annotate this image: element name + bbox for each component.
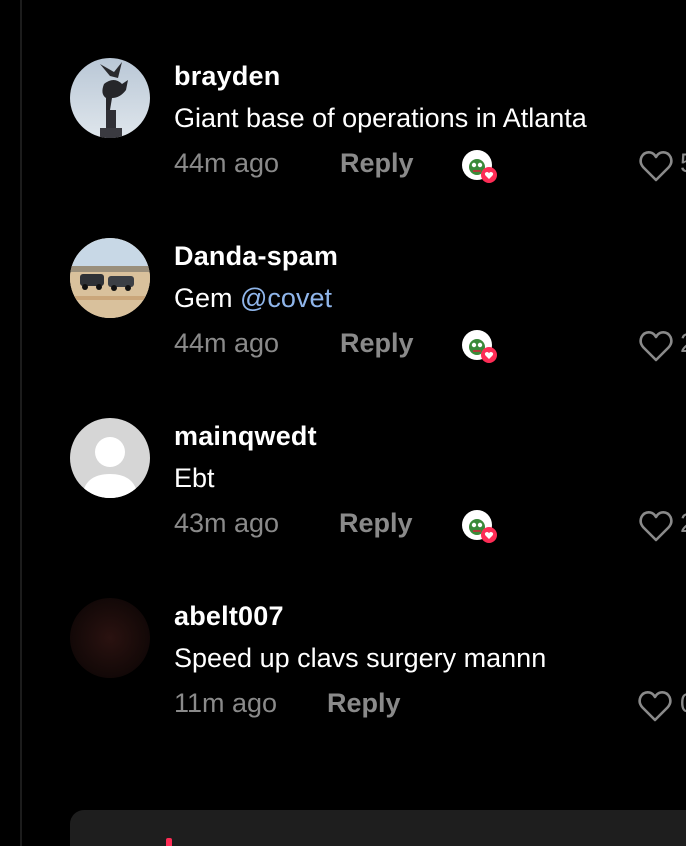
like-count: 2 [680, 508, 686, 539]
reply-button[interactable]: Reply [339, 508, 413, 539]
like-heart-icon[interactable] [637, 689, 673, 723]
creator-liked-sticker-icon [461, 509, 497, 545]
comment-item: mainqwedt Ebt 43m ago Reply 2 [70, 418, 686, 548]
avatar[interactable] [70, 238, 150, 318]
comment-mention[interactable]: @covet [240, 283, 332, 313]
like-count: 0 [680, 688, 686, 719]
comment-username[interactable]: brayden [174, 61, 280, 92]
comment-text-content: Ebt [174, 463, 215, 493]
avatar[interactable] [70, 418, 150, 498]
comment-text: Speed up clavs surgery mannn [174, 643, 546, 674]
comment-text: Gem @covet [174, 283, 332, 314]
like-heart-icon[interactable] [638, 509, 674, 543]
comment-item: brayden Giant base of operations in Atla… [70, 58, 686, 188]
comment-item: abelt007 Speed up clavs surgery mannn 11… [70, 598, 686, 728]
comments-panel: brayden Giant base of operations in Atla… [0, 0, 686, 846]
comment-username[interactable]: abelt007 [174, 601, 284, 632]
avatar[interactable] [70, 598, 150, 678]
previous-comment-clipped [240, 0, 670, 2]
comment-text-content: Giant base of operations in Atlanta [174, 103, 587, 133]
creator-liked-sticker-icon [461, 149, 497, 185]
like-count: 5 [680, 148, 686, 179]
comment-input-box[interactable] [70, 810, 686, 846]
comment-text-content: Speed up clavs surgery mannn [174, 643, 547, 673]
like-count: 2 [680, 328, 686, 359]
panel-divider [20, 0, 22, 846]
comment-timestamp: 44m ago [174, 328, 280, 358]
avatar[interactable] [70, 58, 150, 138]
comment-timestamp: 44m ago [174, 148, 280, 178]
comment-text: Ebt [174, 463, 215, 494]
like-heart-icon[interactable] [638, 329, 674, 363]
comment-username[interactable]: Danda-spam [174, 241, 338, 272]
reply-button[interactable]: Reply [340, 328, 414, 359]
comment-timestamp: 11m ago [174, 688, 278, 718]
comment-timestamp: 43m ago [174, 508, 280, 538]
comment-item: Danda-spam Gem @covet 44m ago Reply 2 [70, 238, 686, 368]
comment-username[interactable]: mainqwedt [174, 421, 317, 452]
like-heart-icon[interactable] [638, 149, 674, 183]
composer-accent-icon [166, 838, 172, 846]
reply-button[interactable]: Reply [327, 688, 401, 719]
comment-text: Giant base of operations in Atlanta [174, 103, 587, 134]
comment-text-content: Gem [174, 283, 241, 313]
creator-liked-sticker-icon [461, 329, 497, 365]
reply-button[interactable]: Reply [340, 148, 414, 179]
